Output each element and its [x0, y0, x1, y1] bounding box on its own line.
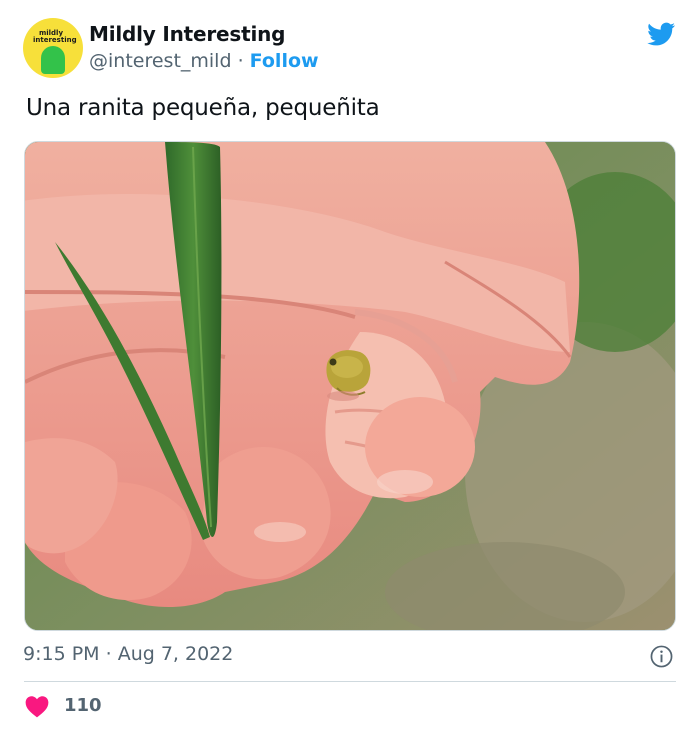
- avatar-head-shape: [41, 46, 65, 74]
- tweet-time: 9:15 PM: [23, 643, 100, 665]
- divider: [24, 681, 676, 682]
- follow-button[interactable]: Follow: [250, 50, 319, 72]
- tweet-photo[interactable]: [24, 141, 676, 631]
- frog-on-hand-photo: [25, 142, 675, 630]
- tweet-text: Una ranita pequeña, pequeñita: [26, 95, 380, 121]
- handle[interactable]: @interest_mild: [89, 50, 232, 72]
- display-name[interactable]: Mildly Interesting: [89, 22, 285, 46]
- avatar-logo-text: mildly interesting: [33, 29, 77, 44]
- meta-separator: ·: [105, 643, 112, 665]
- avatar[interactable]: mildly interesting: [23, 18, 83, 78]
- handle-separator: ·: [237, 50, 244, 72]
- tweet-timestamp[interactable]: 9:15 PM · Aug 7, 2022: [23, 643, 233, 665]
- tweet-card: mildly interesting Mildly Interesting @i…: [0, 0, 700, 733]
- twitter-bird-icon[interactable]: [646, 20, 677, 48]
- info-icon[interactable]: [650, 645, 673, 668]
- like-count: 110: [64, 695, 102, 716]
- handle-row: @interest_mild · Follow: [89, 50, 319, 72]
- heart-icon[interactable]: [24, 694, 50, 718]
- tweet-date: Aug 7, 2022: [117, 643, 234, 665]
